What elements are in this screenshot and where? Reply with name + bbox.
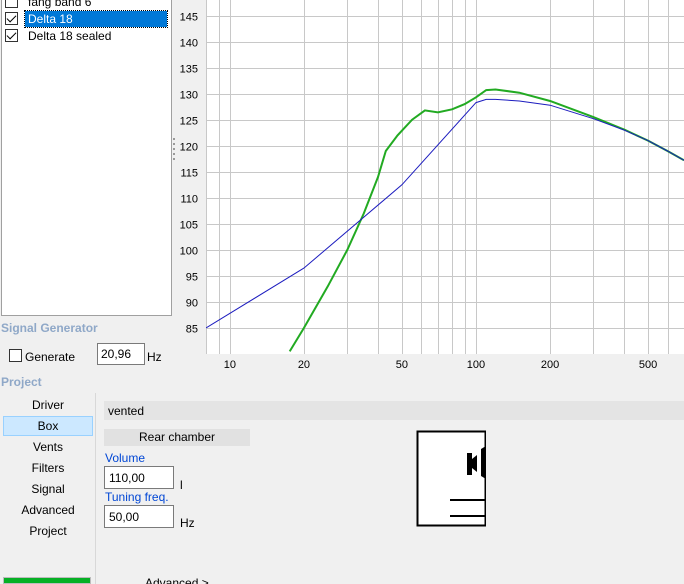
plot-area <box>206 0 684 354</box>
box-list-checkbox[interactable] <box>5 12 18 25</box>
box-list-item-label: Delta 18 <box>24 9 168 28</box>
y-tick-label: 85 <box>186 324 198 336</box>
rear-chamber-header: Rear chamber <box>104 429 250 446</box>
advanced-link[interactable]: Advanced > <box>145 576 209 584</box>
box-list-item-label: fang band 6 <box>28 0 92 9</box>
splitter-handle[interactable] <box>172 138 178 162</box>
y-tick-label: 145 <box>180 12 198 24</box>
box-list-item[interactable]: Delta 18 sealed <box>5 27 171 44</box>
box-type-header: vented <box>104 401 684 420</box>
volume-label: Volume <box>105 451 146 465</box>
y-tick-label: 125 <box>180 116 198 128</box>
vented-box-diagram <box>416 428 494 528</box>
y-tick-label: 95 <box>186 272 198 284</box>
tuning-freq-label: Tuning freq. <box>105 490 169 504</box>
generate-checkbox[interactable] <box>9 349 22 362</box>
nav-item-box[interactable]: Box <box>3 416 93 436</box>
y-tick-label: 120 <box>180 142 198 154</box>
nav-item-signal[interactable]: Signal <box>3 479 93 499</box>
tuning-freq-unit: Hz <box>180 516 195 530</box>
y-tick-label: 105 <box>180 220 198 232</box>
x-tick-label: 50 <box>396 359 408 371</box>
box-list-item[interactable]: Delta 18 <box>5 9 171 28</box>
frequency-response-chart: 85 90 95 100 105 110 115 120 125 130 135 140 145 10 20… <box>180 0 684 371</box>
x-tick-label: 500 <box>639 359 657 371</box>
speaker-magnet-icon <box>467 453 472 475</box>
x-tick-label: 10 <box>224 359 236 371</box>
box-list-item-label: Delta 18 sealed <box>28 28 112 43</box>
volume-input[interactable] <box>104 466 174 489</box>
frequency-unit: Hz <box>147 350 162 364</box>
y-tick-label: 140 <box>180 38 198 50</box>
nav-item-project[interactable]: Project <box>3 521 93 541</box>
box-list[interactable]: fang band 6 Delta 18 Delta 18 sealed <box>1 0 172 316</box>
signal-generator-title: Signal Generator <box>1 321 98 335</box>
box-list-checkbox[interactable] <box>5 0 18 8</box>
box-list-checkbox[interactable] <box>5 29 18 42</box>
box-list-item[interactable]: fang band 6 <box>5 0 171 10</box>
y-tick-label: 130 <box>180 90 198 102</box>
nav-divider <box>95 393 96 584</box>
speaker-driver-icon <box>481 446 486 479</box>
status-indicator-bar <box>3 577 91 584</box>
nav-item-filters[interactable]: Filters <box>3 458 93 478</box>
project-nav: Driver Box Vents Filters Signal Advanced Proje… <box>0 393 96 584</box>
y-tick-label: 110 <box>180 194 198 206</box>
nav-item-driver[interactable]: Driver <box>3 395 93 415</box>
frequency-input[interactable] <box>97 343 145 365</box>
generate-label: Generate <box>25 350 76 364</box>
x-tick-label: 20 <box>298 359 310 371</box>
nav-item-vents[interactable]: Vents <box>3 437 93 457</box>
box-diagram-clip <box>486 428 494 528</box>
x-tick-label: 200 <box>541 359 559 371</box>
x-tick-label: 100 <box>467 359 485 371</box>
y-tick-label: 100 <box>180 246 198 258</box>
y-tick-label: 135 <box>180 64 198 76</box>
project-title: Project <box>1 375 42 389</box>
y-tick-label: 115 <box>180 168 198 180</box>
y-tick-label: 90 <box>186 298 198 310</box>
nav-item-advanced[interactable]: Advanced <box>3 500 93 520</box>
volume-unit: l <box>180 478 183 492</box>
box-enclosure-outline <box>416 430 487 527</box>
tuning-freq-input[interactable] <box>104 505 174 528</box>
